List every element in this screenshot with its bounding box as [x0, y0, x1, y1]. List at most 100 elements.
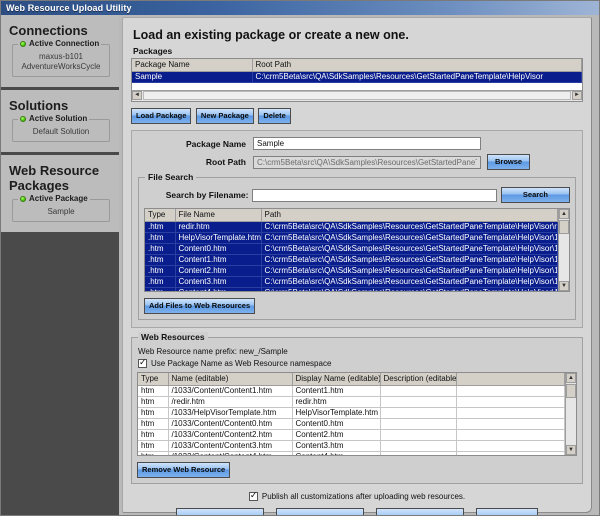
packages-col-package-name[interactable]: Package Name — [132, 59, 252, 71]
table-row[interactable]: .htm redir.htm C:\crm5Beta\src\QA\SdkSam… — [145, 221, 558, 232]
wr-row-display[interactable]: Content1.htm — [292, 385, 380, 396]
wr-row-name[interactable]: /1033/Content/Content3.htm — [168, 440, 292, 451]
wr-row-description[interactable] — [380, 418, 456, 429]
package-row-root-path: C:\crm5Beta\src\QA\SdkSamples\Resources\… — [252, 71, 582, 82]
wr-row-type[interactable]: htm — [138, 396, 168, 407]
file-search-vertical-scrollbar[interactable]: ▲ ▼ — [558, 209, 569, 291]
wr-row-name[interactable]: /1033/Content/Content0.htm — [168, 418, 292, 429]
namespace-checkbox[interactable] — [138, 359, 147, 368]
wr-row-display[interactable]: HelpVisorTemplate.htm — [292, 407, 380, 418]
wr-row-display[interactable]: Content2.htm — [292, 429, 380, 440]
scroll-up-arrow-icon[interactable]: ▲ — [559, 209, 569, 219]
wr-row-description[interactable] — [380, 429, 456, 440]
add-files-to-web-resources-button[interactable]: Add Files to Web Resources — [144, 298, 255, 314]
file-col-type[interactable]: Type — [145, 209, 175, 221]
scroll-thumb[interactable] — [559, 220, 569, 234]
wr-row-name[interactable]: /1033/Content/Content2.htm — [168, 429, 292, 440]
scroll-down-arrow-icon[interactable]: ▼ — [559, 281, 569, 291]
wr-row-description[interactable] — [380, 396, 456, 407]
packages-grid[interactable]: Package Name Root Path Sample C:\crm5Bet… — [131, 58, 583, 102]
wr-row-extra[interactable] — [456, 407, 565, 418]
wr-row-display[interactable]: Content4.htm — [292, 451, 380, 456]
status-led-icon — [20, 116, 26, 122]
wr-row-extra[interactable] — [456, 440, 565, 451]
wr-row-name[interactable]: /1033/HelpVisorTemplate.htm — [168, 407, 292, 418]
table-row[interactable]: htm /1033/Content/Content3.htm Content3.… — [138, 440, 565, 451]
table-row[interactable]: .htm Content0.htm C:\crm5Beta\src\QA\Sdk… — [145, 243, 558, 254]
file-col-path[interactable]: Path — [261, 209, 558, 221]
table-row[interactable]: htm /redir.htm redir.htm — [138, 396, 565, 407]
table-row[interactable]: .htm Content3.htm C:\crm5Beta\src\QA\Sdk… — [145, 276, 558, 287]
wr-row-type[interactable]: htm — [138, 385, 168, 396]
show-output-button[interactable]: Show Output — [476, 508, 538, 516]
wr-col-display-name[interactable]: Display Name (editable) — [292, 373, 380, 385]
wr-row-type[interactable]: htm — [138, 407, 168, 418]
file-col-file-name[interactable]: File Name — [175, 209, 261, 221]
wr-row-type[interactable]: htm — [138, 429, 168, 440]
status-led-icon — [20, 196, 26, 202]
wr-row-description[interactable] — [380, 407, 456, 418]
browse-button[interactable]: Browse — [487, 154, 530, 170]
wr-row-display[interactable]: redir.htm — [292, 396, 380, 407]
wr-col-extra[interactable] — [456, 373, 565, 385]
web-resources-vertical-scrollbar[interactable]: ▲ ▼ — [565, 373, 576, 455]
wr-row-name[interactable]: /1033/Content/Content4.htm — [168, 451, 292, 456]
wr-row-type[interactable]: htm — [138, 440, 168, 451]
table-row[interactable]: htm /1033/Content/Content4.htm Content4.… — [138, 451, 565, 456]
new-package-button[interactable]: New Package — [196, 108, 254, 124]
wr-row-description[interactable] — [380, 385, 456, 396]
wr-row-description[interactable] — [380, 440, 456, 451]
file-row-type: .htm — [145, 276, 175, 287]
search-input[interactable] — [252, 189, 496, 202]
namespace-checkbox-row[interactable]: Use Package Name as Web Resource namespa… — [138, 359, 577, 368]
wr-row-description[interactable] — [380, 451, 456, 456]
table-row[interactable]: .htm Content4.htm C:\crm5Beta\src\QA\Sdk… — [145, 287, 558, 292]
web-resources-grid[interactable]: Type Name (editable) Display Name (edita… — [137, 372, 577, 456]
file-search-grid[interactable]: Type File Name Path .htm redir.htm C:\cr… — [144, 208, 570, 292]
wr-row-extra[interactable] — [456, 418, 565, 429]
upload-all-button[interactable]: Upload All — [276, 508, 364, 516]
scroll-track[interactable] — [143, 91, 571, 100]
web-resources-body: htm /1033/Content/Content1.htm Content1.… — [138, 385, 565, 456]
table-row[interactable]: htm /1033/Content/Content1.htm Content1.… — [138, 385, 565, 396]
table-row[interactable]: .htm HelpVisorTemplate.htm C:\crm5Beta\s… — [145, 232, 558, 243]
file-row-type: .htm — [145, 221, 175, 232]
root-path-input[interactable] — [253, 156, 481, 169]
wr-row-extra[interactable] — [456, 451, 565, 456]
scroll-right-arrow-icon[interactable]: ► — [572, 91, 582, 100]
wr-row-display[interactable]: Content3.htm — [292, 440, 380, 451]
file-row-name: Content2.htm — [175, 265, 261, 276]
wr-row-display[interactable]: Content0.htm — [292, 418, 380, 429]
wr-row-name[interactable]: /1033/Content/Content1.htm — [168, 385, 292, 396]
upload-selected-button[interactable]: Upload Selected — [376, 508, 464, 516]
delete-package-button[interactable]: Delete — [258, 108, 291, 124]
wr-row-type[interactable]: htm — [138, 451, 168, 456]
table-row[interactable]: .htm Content2.htm C:\crm5Beta\src\QA\Sdk… — [145, 265, 558, 276]
load-package-button[interactable]: Load Package — [131, 108, 191, 124]
wr-row-name[interactable]: /redir.htm — [168, 396, 292, 407]
remove-web-resource-button[interactable]: Remove Web Resource — [137, 462, 230, 478]
wr-col-type[interactable]: Type — [138, 373, 168, 385]
table-row[interactable]: htm /1033/Content/Content0.htm Content0.… — [138, 418, 565, 429]
wr-row-type[interactable]: htm — [138, 418, 168, 429]
publish-checkbox-row[interactable]: Publish all customizations after uploadi… — [131, 492, 583, 501]
packages-horizontal-scrollbar[interactable]: ◄ ► — [132, 90, 582, 101]
table-row[interactable]: Sample C:\crm5Beta\src\QA\SdkSamples\Res… — [132, 71, 582, 82]
package-name-input[interactable] — [253, 137, 481, 150]
publish-checkbox[interactable] — [249, 492, 258, 501]
wr-row-extra[interactable] — [456, 385, 565, 396]
table-row[interactable]: htm /1033/Content/Content2.htm Content2.… — [138, 429, 565, 440]
wr-col-description[interactable]: Description (editable) — [380, 373, 456, 385]
scroll-left-arrow-icon[interactable]: ◄ — [132, 91, 142, 100]
wr-row-extra[interactable] — [456, 429, 565, 440]
scroll-up-arrow-icon[interactable]: ▲ — [566, 373, 576, 383]
scroll-thumb[interactable] — [566, 384, 576, 398]
wr-col-name[interactable]: Name (editable) — [168, 373, 292, 385]
wr-row-extra[interactable] — [456, 396, 565, 407]
search-button[interactable]: Search — [501, 187, 570, 203]
scroll-down-arrow-icon[interactable]: ▼ — [566, 445, 576, 455]
save-package-button[interactable]: Save Package — [176, 508, 264, 516]
table-row[interactable]: htm /1033/HelpVisorTemplate.htm HelpViso… — [138, 407, 565, 418]
packages-col-root-path[interactable]: Root Path — [252, 59, 582, 71]
table-row[interactable]: .htm Content1.htm C:\crm5Beta\src\QA\Sdk… — [145, 254, 558, 265]
